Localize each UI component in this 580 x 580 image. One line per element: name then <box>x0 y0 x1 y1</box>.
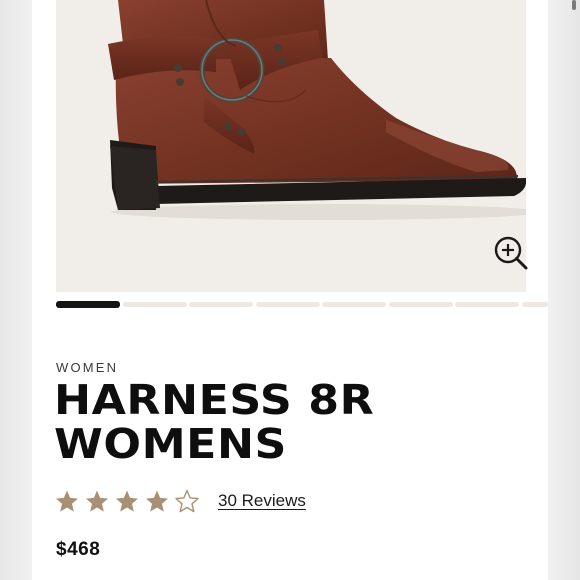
product-title: HARNESS 8R WOMENS <box>54 376 375 468</box>
product-page: WOMEN HARNESS 8R WOMENS 30 Reviews $468 <box>32 0 548 580</box>
carousel-dot[interactable] <box>455 302 519 307</box>
product-rating: 30 Reviews <box>54 488 306 514</box>
image-carousel-indicator[interactable] <box>56 301 548 309</box>
reviews-link[interactable]: 30 Reviews <box>218 491 306 511</box>
boot-illustration <box>108 0 526 220</box>
carousel-dot[interactable] <box>122 302 187 307</box>
left-margin <box>0 0 32 580</box>
product-price: $468 <box>56 539 101 560</box>
rating-stars <box>54 489 204 513</box>
star-outline-icon <box>174 489 200 513</box>
product-category: WOMEN <box>56 360 119 375</box>
carousel-dot[interactable] <box>189 302 253 307</box>
carousel-dot[interactable] <box>388 302 453 307</box>
star-filled-icon <box>54 489 80 513</box>
carousel-dot[interactable] <box>255 302 320 307</box>
star-filled-icon <box>144 489 170 513</box>
star-filled-icon <box>114 489 140 513</box>
scrollbar-thumb[interactable] <box>572 0 576 10</box>
carousel-dot[interactable] <box>521 302 548 307</box>
zoom-in-icon[interactable] <box>492 234 532 274</box>
star-filled-icon <box>84 489 110 513</box>
carousel-dot[interactable] <box>56 301 120 308</box>
right-margin <box>548 0 580 580</box>
product-image[interactable] <box>56 0 528 292</box>
carousel-dot[interactable] <box>322 302 386 307</box>
